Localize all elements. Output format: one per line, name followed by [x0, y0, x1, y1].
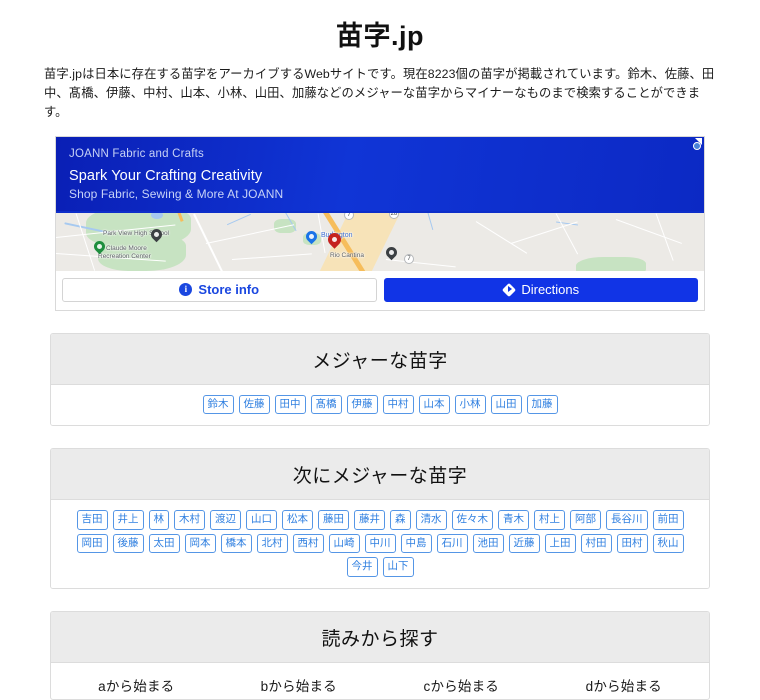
surname-chip[interactable]: 西村 — [292, 533, 324, 554]
map-label: Rio Cantina — [330, 251, 364, 259]
reading-search-title: 読みから探す — [51, 611, 709, 663]
surname-chip[interactable]: 山口 — [246, 510, 277, 530]
surname-chip[interactable]: 木村 — [174, 510, 205, 530]
surname-chip[interactable]: 池田 — [472, 533, 504, 554]
next-major-surnames-title: 次にメジャーな苗字 — [51, 449, 709, 501]
surname-chip[interactable]: 森 — [390, 510, 411, 530]
ad-subtext: Shop Fabric, Sewing & More At JOANN — [69, 186, 284, 201]
surname-chip[interactable]: 北村 — [256, 533, 288, 554]
surname-chip[interactable]: 田村 — [616, 533, 648, 554]
surname-chip[interactable]: 上田 — [544, 533, 576, 554]
reading-link-d[interactable]: dから始まる — [543, 675, 706, 695]
surname-chip[interactable]: 長谷川 — [606, 510, 648, 530]
route-shield-icon: 7 — [404, 253, 414, 264]
surname-chip[interactable]: 中島 — [400, 533, 432, 554]
page-title: 苗字.jp — [336, 21, 424, 51]
surname-chip[interactable]: 前田 — [652, 510, 684, 530]
surname-chip[interactable]: 小林 — [454, 394, 486, 415]
reading-search-panel: 読みから探す aから始まる bから始まる cから始まる dから始まる — [50, 610, 710, 700]
surname-chip[interactable]: 林 — [148, 510, 169, 530]
surname-chip[interactable]: 青木 — [498, 510, 529, 530]
next-major-surnames-panel: 次にメジャーな苗字 吉田 井上 林 木村 渡辺 山口 松本 藤田 藤井 森 清水… — [50, 448, 710, 589]
reading-link-b[interactable]: bから始まる — [218, 675, 381, 695]
info-icon: i — [179, 283, 193, 297]
ad-map[interactable]: Park View High School Claude Moore Recre… — [56, 210, 704, 271]
surname-chip[interactable]: 山下 — [382, 557, 414, 577]
surname-chip[interactable]: 渡辺 — [210, 510, 241, 530]
surname-chip[interactable]: 村上 — [534, 510, 565, 530]
map-water — [151, 212, 163, 219]
next-major-surnames-list: 吉田 井上 林 木村 渡辺 山口 松本 藤田 藤井 森 清水 佐々木 青木 村上… — [59, 510, 701, 577]
surname-chip[interactable]: 清水 — [415, 510, 447, 530]
surname-chip[interactable]: 田中 — [274, 394, 306, 415]
surname-chip[interactable]: 石川 — [436, 533, 468, 554]
ad-actions: i Store info Directions — [56, 270, 704, 310]
route-shield-icon: 7 — [344, 212, 354, 220]
next-major-surnames-body: 吉田 井上 林 木村 渡辺 山口 松本 藤田 藤井 森 清水 佐々木 青木 村上… — [51, 500, 709, 588]
directions-icon — [501, 282, 516, 297]
ad-banner[interactable]: JOANN Fabric and Crafts Spark Your Craft… — [56, 136, 704, 211]
surname-chip[interactable]: 吉田 — [76, 510, 108, 530]
surname-chip[interactable]: 佐々木 — [451, 510, 493, 530]
surname-chip[interactable]: 村田 — [580, 533, 612, 554]
reading-link-c[interactable]: cから始まる — [380, 675, 543, 695]
adchoices-icon[interactable] — [687, 137, 702, 151]
reading-search-grid: aから始まる bから始まる cから始まる dから始まる — [51, 663, 709, 699]
page-root: 苗字.jp 苗字.jpは日本に存在する苗字をアーカイブするWebサイトです。現在… — [0, 21, 760, 700]
surname-chip[interactable]: 山崎 — [328, 533, 360, 554]
surname-chip[interactable]: 橋本 — [220, 533, 252, 554]
surname-chip[interactable]: 松本 — [282, 510, 313, 530]
surname-chip[interactable]: 太田 — [148, 533, 180, 554]
site-description: 苗字.jpは日本に存在する苗字をアーカイブするWebサイトです。現在8223個の… — [44, 66, 715, 119]
ad-headline: Spark Your Crafting Creativity — [69, 167, 263, 184]
surname-chip[interactable]: 近藤 — [508, 533, 540, 554]
major-surnames-body: 鈴木 佐藤 田中 髙橋 伊藤 中村 山本 小林 山田 加藤 — [51, 384, 709, 426]
reading-link-a[interactable]: aから始まる — [55, 675, 218, 695]
surname-chip[interactable]: 阿部 — [570, 510, 601, 530]
surname-chip[interactable]: 岡田 — [76, 533, 108, 554]
surname-chip[interactable]: 伊藤 — [346, 394, 378, 415]
directions-label: Directions — [521, 282, 580, 298]
surname-chip[interactable]: 後藤 — [112, 533, 144, 554]
surname-chip[interactable]: 髙橋 — [310, 394, 342, 415]
major-surnames-panel: メジャーな苗字 鈴木 佐藤 田中 髙橋 伊藤 中村 山本 小林 山田 加藤 — [50, 332, 710, 427]
surname-chip[interactable]: 中川 — [364, 533, 396, 554]
surname-chip[interactable]: 藤井 — [354, 510, 385, 530]
surname-chip[interactable]: 鈴木 — [202, 394, 234, 415]
surname-chip[interactable]: 中村 — [382, 394, 414, 415]
surname-chip[interactable]: 岡本 — [184, 533, 216, 554]
store-info-label: Store info — [198, 282, 260, 298]
map-park-area — [576, 256, 646, 271]
surname-chip[interactable]: 今井 — [346, 557, 378, 577]
surname-chip[interactable]: 加藤 — [526, 394, 558, 415]
ad-advertiser-name: JOANN Fabric and Crafts — [69, 147, 204, 160]
map-label: Claude Moore — [106, 244, 147, 252]
advertisement-unit[interactable]: JOANN Fabric and Crafts Spark Your Craft… — [55, 135, 705, 311]
surname-chip[interactable]: 山田 — [490, 394, 522, 415]
major-surnames-list: 鈴木 佐藤 田中 髙橋 伊藤 中村 山本 小林 山田 加藤 — [59, 394, 701, 415]
surname-chip[interactable]: 山本 — [418, 394, 450, 415]
surname-chip[interactable]: 佐藤 — [238, 394, 270, 415]
directions-button[interactable]: Directions — [383, 277, 698, 302]
surname-chip[interactable]: 秋山 — [652, 533, 684, 554]
surname-chip[interactable]: 藤田 — [318, 510, 349, 530]
map-label: Recreation Center — [98, 252, 151, 260]
store-info-button[interactable]: i Store info — [62, 277, 377, 302]
major-surnames-title: メジャーな苗字 — [51, 333, 709, 385]
surname-chip[interactable]: 井上 — [112, 510, 144, 530]
